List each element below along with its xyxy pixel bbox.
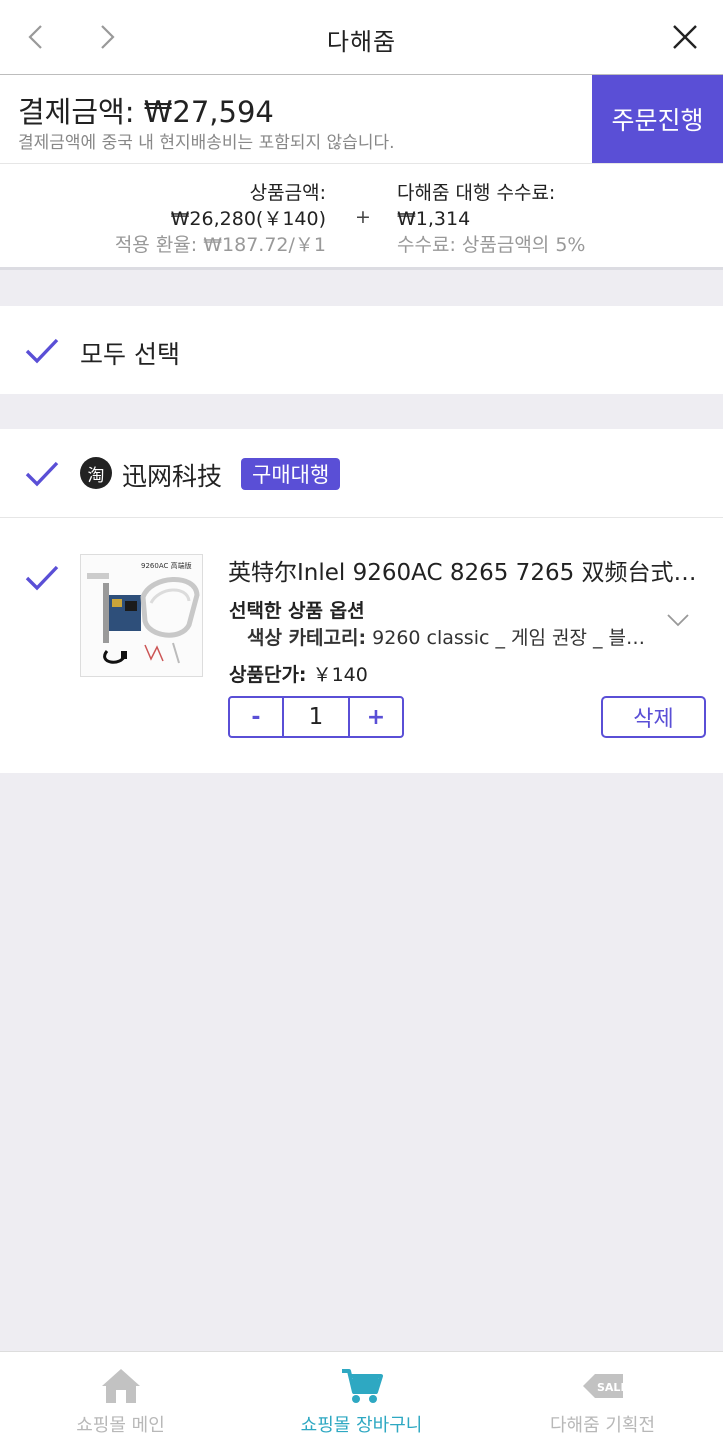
bottom-tab-bar: 쇼핑몰 메인 쇼핑몰 장바구니 SALE 다해줌 기획전 — [0, 1351, 723, 1440]
unit-price-label: 상품단가: — [229, 664, 307, 686]
goods-price-value: ₩26,280(￥140) — [170, 208, 326, 230]
goods-price-label: 상품금액: — [249, 182, 326, 204]
tab-shopping-cart[interactable]: 쇼핑몰 장바구니 — [241, 1352, 482, 1440]
select-all-row[interactable]: 모두 선택 — [0, 306, 723, 394]
selected-options-heading: 선택한 상품 옵션 — [229, 600, 365, 622]
payment-note: 결제금액에 중국 내 현지배송비는 포함되지 않습니다. — [18, 133, 395, 153]
close-icon[interactable] — [670, 22, 700, 52]
product-title[interactable]: 英特尔Inlel 9260AC 8265 7265 双频台式机无线网卡 — [228, 553, 698, 587]
store-header: 淘 迅网科技 구매대행 — [0, 429, 723, 518]
store-check-icon[interactable] — [24, 456, 60, 492]
tab-label-dahaejum-special: 다해줌 기획전 — [549, 1415, 656, 1436]
app-title: 다해줌 — [326, 28, 397, 56]
top-nav-bar: 다해줌 — [0, 0, 723, 75]
thumb-caption: 9260AC 高端版 — [141, 561, 192, 570]
tab-dahaejum-special[interactable]: SALE 다해줌 기획전 — [482, 1352, 723, 1440]
fee-block: 다해줌 대행 수수료: ₩1,314 수수료: 상품금액의 5% — [397, 180, 585, 258]
home-icon — [99, 1366, 143, 1406]
quantity-decrease-button[interactable]: - — [230, 698, 282, 736]
price-breakdown: 상품금액: ₩26,280(￥140) 적용 환율: ₩187.72/￥1 + … — [0, 164, 723, 270]
tab-label-shopping-main: 쇼핑몰 메인 — [76, 1415, 165, 1436]
payment-total: 결제금액: ₩27,594 — [18, 89, 274, 131]
sale-tag-icon: SALE — [581, 1366, 628, 1406]
payment-summary: 결제금액: ₩27,594 결제금액에 중국 내 현지배송비는 포함되지 않습니… — [0, 75, 723, 164]
item-check-icon[interactable] — [24, 560, 60, 596]
payment-total-value: ₩27,594 — [143, 95, 274, 129]
chevron-down-icon[interactable] — [666, 612, 690, 628]
store-section: 淘 迅网科技 구매대행 9260AC 高端版 英特尔Inlel 9260AC 8… — [0, 429, 723, 773]
delete-button[interactable]: 삭제 — [601, 696, 706, 738]
payment-total-label: 결제금액: — [18, 95, 135, 129]
fee-value: ₩1,314 — [397, 208, 471, 230]
select-all-label: 모두 선택 — [80, 340, 180, 369]
cart-icon — [340, 1366, 384, 1406]
quantity-increase-button[interactable]: + — [350, 698, 402, 736]
taobao-logo-icon: 淘 — [80, 457, 112, 489]
fee-note: 수수료: 상품금액의 5% — [397, 234, 586, 256]
option-key: 색상 카테고리: — [247, 627, 367, 649]
purchase-agent-badge: 구매대행 — [241, 458, 341, 490]
quantity-value[interactable]: 1 — [282, 698, 350, 736]
store-name: 迅网科技 — [122, 462, 223, 491]
product-thumbnail[interactable]: 9260AC 高端版 — [80, 554, 203, 677]
tab-label-shopping-cart: 쇼핑몰 장바구니 — [300, 1415, 423, 1436]
goods-price-block: 상품금액: ₩26,280(￥140) 적용 환율: ₩187.72/￥1 — [115, 180, 326, 258]
tab-shopping-main[interactable]: 쇼핑몰 메인 — [0, 1352, 241, 1440]
fee-label: 다해줌 대행 수수료: — [397, 182, 556, 204]
svg-text:SALE: SALE — [597, 1381, 625, 1394]
option-line: 색상 카테고리: 9260 classic _ 게임 권장 _ 블루투스 5.1 — [247, 623, 647, 650]
select-all-check-icon[interactable] — [24, 333, 60, 369]
option-value: 9260 classic _ 게임 권장 _ 블루투스 5.1 — [372, 627, 647, 649]
plus-sign: + — [355, 206, 371, 228]
unit-price-value: ￥140 — [312, 664, 368, 686]
exchange-rate: 적용 환율: ₩187.72/￥1 — [114, 234, 326, 256]
unit-price: 상품단가: ￥140 — [229, 660, 368, 687]
quantity-stepper: - 1 + — [228, 696, 404, 738]
order-button[interactable]: 주문진행 — [592, 75, 723, 163]
